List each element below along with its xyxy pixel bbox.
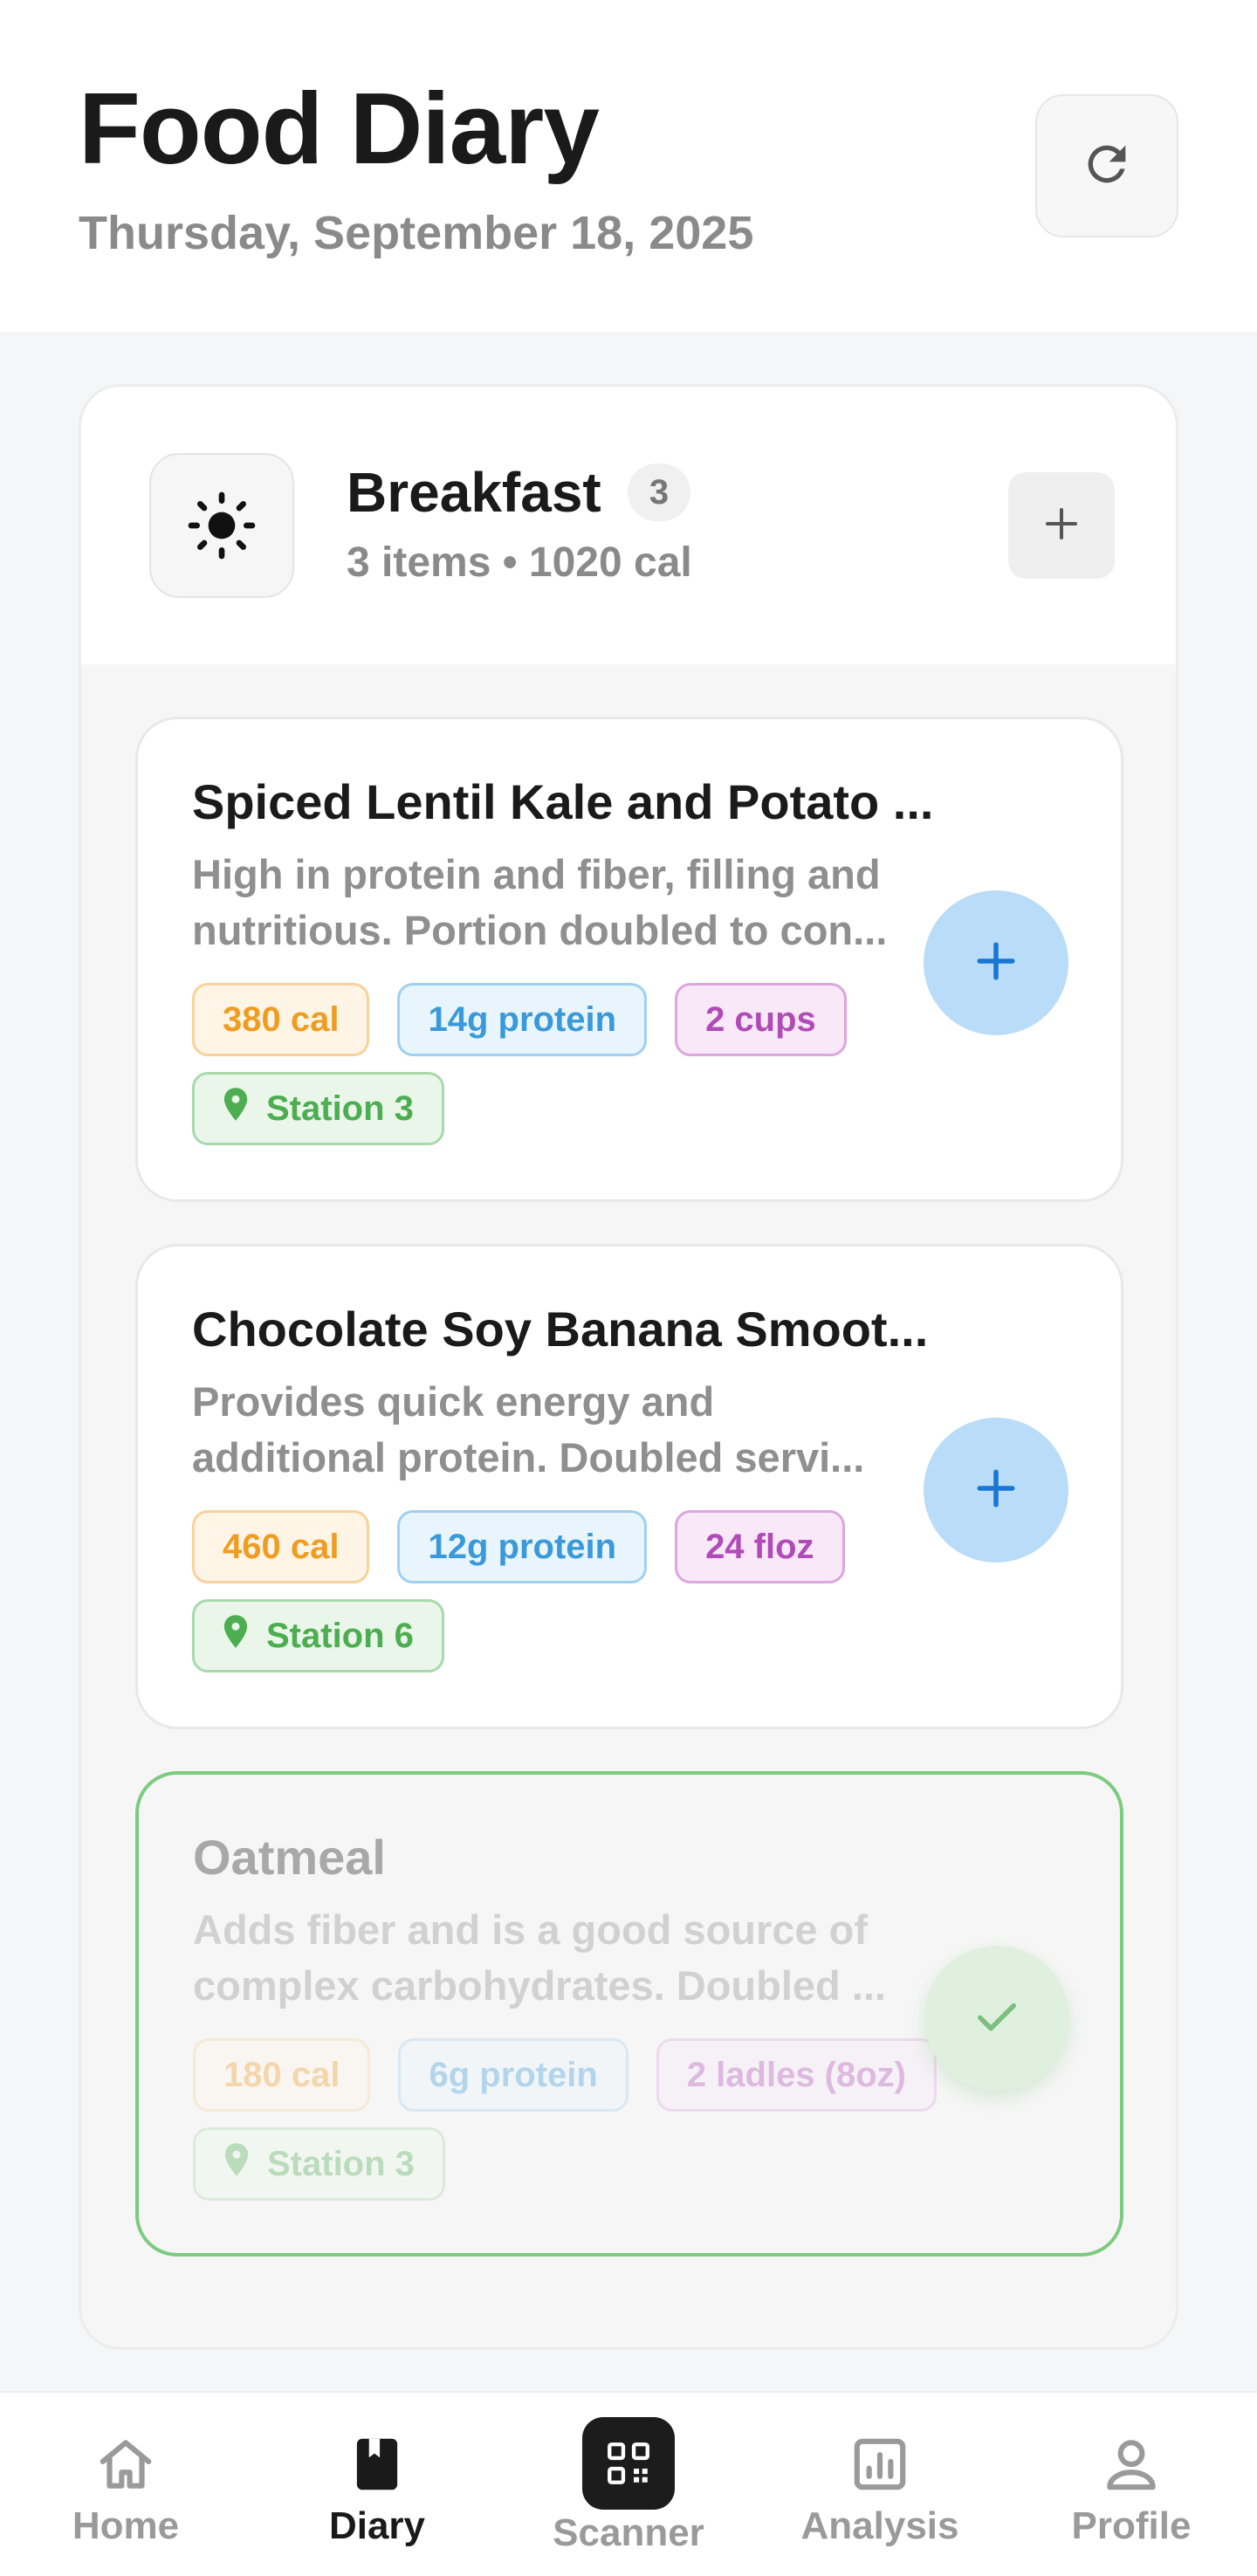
app-header: Food Diary Thursday, September 18, 2025 [0,0,1257,332]
food-item-description: Adds fiber and is a good source of compl… [193,1902,926,2014]
refresh-button[interactable] [1035,94,1178,237]
protein-tag: 12g protein [397,1510,648,1583]
page-title: Food Diary [79,72,600,185]
nav-item-diary[interactable]: Diary [290,2393,464,2576]
sun-icon [149,453,294,598]
food-item-description: Provides quick energy and additional pro… [192,1374,925,1486]
meal-section-breakfast: Breakfast 3 3 items • 1020 cal Spiced Le… [79,384,1178,2350]
plus-icon [970,935,1022,992]
meal-summary: 3 items • 1020 cal [347,539,692,586]
nav-label: Home [72,2504,180,2547]
protein-tag: 14g protein [397,983,648,1056]
plus-icon [970,1462,1022,1519]
check-icon [968,1988,1026,2050]
food-item-card[interactable]: Spiced Lentil Kale and Potato ... High i… [135,717,1123,1202]
page-date: Thursday, September 18, 2025 [79,207,754,259]
nav-item-scanner[interactable]: Scanner [541,2393,716,2576]
nav-label: Analysis [800,2504,959,2547]
add-food-button[interactable] [924,890,1068,1035]
portion-tag: 2 cups [675,983,847,1056]
station-label: Station 3 [266,1089,414,1128]
person-icon [1096,2429,1166,2499]
station-tag: Station 6 [192,1599,444,1673]
location-pin-icon [223,1088,249,1130]
calorie-tag: 380 cal [192,983,370,1056]
home-icon [91,2429,161,2499]
protein-tag: 6g protein [398,2038,628,2112]
nav-label: Diary [328,2504,426,2547]
nav-label: Scanner [553,2511,704,2554]
qr-scan-icon [582,2417,675,2510]
food-item-title: Oatmeal [193,1830,386,1885]
food-item-tags: 460 cal 12g protein 24 floz Station 6 [192,1510,978,1673]
description-line: additional protein. Doubled servi... [192,1434,865,1480]
location-pin-icon [223,1615,249,1657]
logged-check-button[interactable] [924,1946,1069,2091]
description-line: nutritious. Portion doubled to con... [192,907,888,953]
nav-item-home[interactable]: Home [38,2393,213,2576]
plus-icon [1041,503,1082,549]
food-item-tags: 180 cal 6g protein 2 ladles (8oz) Statio… [193,2038,979,2201]
station-label: Station 6 [266,1616,414,1655]
food-item-title: Chocolate Soy Banana Smoot... [192,1302,929,1357]
food-item-description: High in protein and fiber, filling and n… [192,847,925,958]
food-item-card[interactable]: Chocolate Soy Banana Smoot... Provides q… [135,1244,1123,1729]
meal-section-header: Breakfast 3 3 items • 1020 cal [81,387,1176,664]
calorie-tag: 460 cal [192,1510,370,1583]
station-tag: Station 3 [192,1072,444,1145]
food-item-title: Spiced Lentil Kale and Potato ... [192,774,934,829]
nav-label: Profile [1071,2504,1192,2547]
description-line: complex carbohydrates. Doubled ... [193,1962,886,2009]
location-pin-icon [223,2143,250,2185]
calorie-tag: 180 cal [193,2038,371,2112]
food-item-card-logged[interactable]: Oatmeal Adds fiber and is a good source … [135,1771,1123,2257]
description-line: Adds fiber and is a good source of [193,1906,868,1953]
food-item-tags: 380 cal 14g protein 2 cups Station 3 [192,983,978,1145]
meal-count-badge: 3 [628,464,690,521]
bar-chart-icon [845,2429,915,2499]
portion-tag: 24 floz [675,1510,845,1583]
description-line: Provides quick energy and [192,1378,715,1425]
description-line: High in protein and fiber, filling and [192,851,881,897]
station-tag: Station 3 [193,2127,445,2201]
book-icon [342,2429,412,2499]
refresh-icon [1079,136,1135,196]
bottom-navigation: Home Diary Scanner Analysis Profile [0,2391,1257,2576]
add-food-button[interactable] [924,1418,1068,1563]
nav-item-profile[interactable]: Profile [1044,2393,1219,2576]
portion-tag: 2 ladles (8oz) [656,2038,938,2112]
meal-title: Breakfast [347,461,601,524]
add-meal-item-button[interactable] [1008,472,1115,579]
station-label: Station 3 [267,2144,415,2183]
nav-item-analysis[interactable]: Analysis [793,2393,967,2576]
